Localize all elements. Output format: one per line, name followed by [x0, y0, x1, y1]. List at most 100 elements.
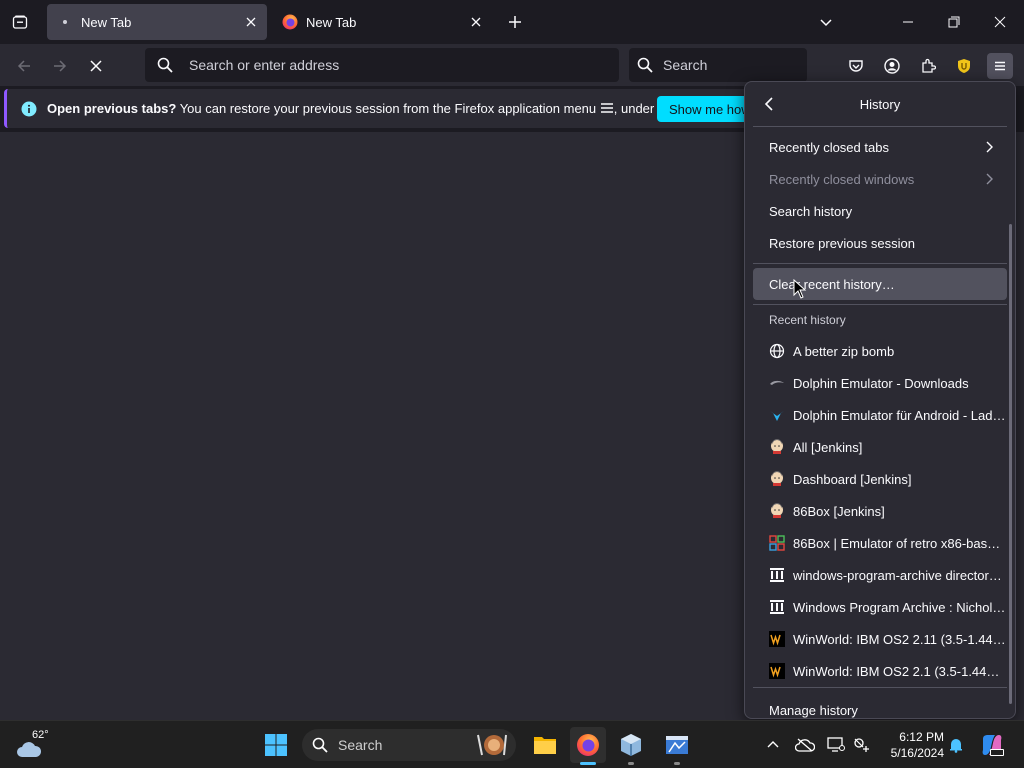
back-button[interactable] [10, 52, 38, 80]
menu-item-label: Recently closed windows [769, 171, 915, 187]
restore-icon [948, 16, 960, 28]
mouse-cursor-icon [793, 279, 807, 299]
history-item[interactable]: windows-program-archive directory lis... [753, 559, 1007, 591]
notification-text: You can restore your previous session fr… [176, 101, 600, 116]
display-button[interactable] [826, 735, 846, 755]
search-highlight-icon [477, 734, 507, 756]
close-tab-icon[interactable] [468, 14, 484, 30]
clock-time: 6:12 PM [899, 730, 944, 744]
forward-button[interactable] [46, 52, 74, 80]
history-item[interactable]: WinWorld: IBM OS2 2.11 (3.5-1.44mb) [753, 623, 1007, 655]
search-icon [157, 56, 175, 74]
onedrive-button[interactable] [795, 735, 815, 755]
firefox-view-icon [12, 15, 28, 29]
history-item-title: Windows Program Archive : Nicholas ... [793, 599, 1007, 615]
firefox-icon [577, 734, 599, 756]
virtualbox-icon [621, 734, 641, 756]
running-indicator [628, 762, 634, 765]
show-hidden-icons-button[interactable] [763, 735, 783, 755]
copilot-button[interactable] [979, 732, 1005, 758]
file-explorer-button[interactable] [527, 727, 563, 763]
search-bar[interactable]: Search [629, 48, 807, 82]
tab-title: New Tab [81, 14, 132, 30]
taskbar-search-placeholder: Search [338, 737, 383, 753]
new-tab-button[interactable] [503, 10, 527, 34]
copilot-icon [982, 735, 1004, 756]
active-indicator [580, 762, 596, 765]
history-item[interactable]: All [Jenkins] [753, 431, 1007, 463]
recently-closed-windows-item[interactable]: Recently closed windows [753, 163, 1007, 195]
history-item-title: Dashboard [Jenkins] [793, 471, 912, 487]
system-clock[interactable]: 6:12 PM 5/16/2024 [880, 729, 944, 761]
notifications-button[interactable] [946, 735, 966, 755]
hamburger-icon [600, 103, 613, 113]
close-window-button[interactable] [980, 6, 1020, 38]
account-button[interactable] [879, 53, 905, 79]
menu-item-label: Recently closed tabs [769, 139, 889, 155]
arrow-right-icon [54, 60, 67, 72]
network-icon [854, 738, 869, 752]
cloud-offline-icon [795, 738, 815, 752]
session-restore-notification: Open previous tabs? You can restore your… [4, 89, 749, 128]
taskbar-search[interactable]: Search [302, 729, 516, 761]
weather-widget[interactable]: 62° [16, 729, 52, 761]
recent-history-heading: Recent history [769, 313, 846, 327]
menu-item-label: Clear recent history… [769, 276, 895, 292]
history-item[interactable]: A better zip bomb [753, 335, 1007, 367]
monitor-icon [827, 737, 845, 752]
tab-bar: New Tab New Tab [0, 0, 1024, 44]
pocket-button[interactable] [843, 53, 869, 79]
history-item[interactable]: Dashboard [Jenkins] [753, 463, 1007, 495]
history-item-title: Dolphin Emulator für Android - Lade d... [793, 407, 1007, 423]
stop-button[interactable] [82, 52, 110, 80]
restore-previous-session-item[interactable]: Restore previous session [753, 227, 1007, 259]
extensions-button[interactable] [915, 53, 941, 79]
back-button[interactable] [759, 94, 779, 114]
history-item-title: 86Box [Jenkins] [793, 503, 885, 519]
history-item[interactable]: Windows Program Archive : Nicholas ... [753, 591, 1007, 623]
firefox-view-button[interactable] [8, 10, 32, 34]
loading-dot-icon [57, 14, 73, 30]
show-me-how-button[interactable]: Show me how [657, 96, 749, 122]
history-item[interactable]: 86Box [Jenkins] [753, 495, 1007, 527]
manage-history-item[interactable]: Manage history [753, 694, 1007, 718]
url-bar-placeholder: Search or enter address [189, 57, 340, 73]
running-indicator [674, 762, 680, 765]
ublock-button[interactable] [951, 53, 977, 79]
history-item[interactable]: 86Box | Emulator of retro x86-based m... [753, 527, 1007, 559]
start-button[interactable] [258, 727, 294, 763]
app-window-button[interactable] [659, 727, 695, 765]
virtualbox-button[interactable] [613, 727, 649, 765]
clear-recent-history-item[interactable]: Clear recent history… [753, 268, 1007, 300]
chevron-up-icon [767, 741, 779, 748]
network-button[interactable] [852, 735, 872, 755]
app-menu-button[interactable] [987, 53, 1013, 79]
hamburger-icon [995, 61, 1005, 71]
globe-icon [769, 343, 785, 359]
bell-icon [950, 739, 962, 753]
windows-taskbar: 62° Search 6:12 PM 5/16/2024 [0, 720, 1024, 768]
restore-button[interactable] [934, 6, 974, 38]
archive-org-icon [769, 567, 785, 583]
navigation-toolbar: Search or enter address Search [0, 44, 1024, 86]
close-tab-icon[interactable] [243, 14, 259, 30]
pocket-icon [849, 60, 863, 72]
minimize-button[interactable] [888, 6, 928, 38]
history-item[interactable]: WinWorld: IBM OS2 2.1 (3.5-1.44mb) [753, 655, 1007, 687]
scrollbar[interactable] [1009, 224, 1012, 704]
recently-closed-tabs-item[interactable]: Recently closed tabs [753, 131, 1007, 163]
weather-temperature: 62° [32, 729, 49, 741]
url-bar[interactable]: Search or enter address [145, 48, 619, 82]
search-bar-placeholder: Search [663, 57, 708, 73]
list-all-tabs-button[interactable] [814, 10, 838, 34]
history-item-title: All [Jenkins] [793, 439, 863, 455]
tab-new-tab-active[interactable]: New Tab [47, 4, 267, 40]
search-history-item[interactable]: Search history [753, 195, 1007, 227]
tab-new-tab[interactable]: New Tab [272, 4, 492, 40]
minimize-icon [903, 21, 913, 23]
windows-logo-icon [265, 734, 287, 756]
firefox-taskbar-button[interactable] [570, 727, 606, 765]
history-item[interactable]: Dolphin Emulator - Downloads [753, 367, 1007, 399]
history-item[interactable]: Dolphin Emulator für Android - Lade d... [753, 399, 1007, 431]
history-item-title: A better zip bomb [793, 343, 895, 359]
